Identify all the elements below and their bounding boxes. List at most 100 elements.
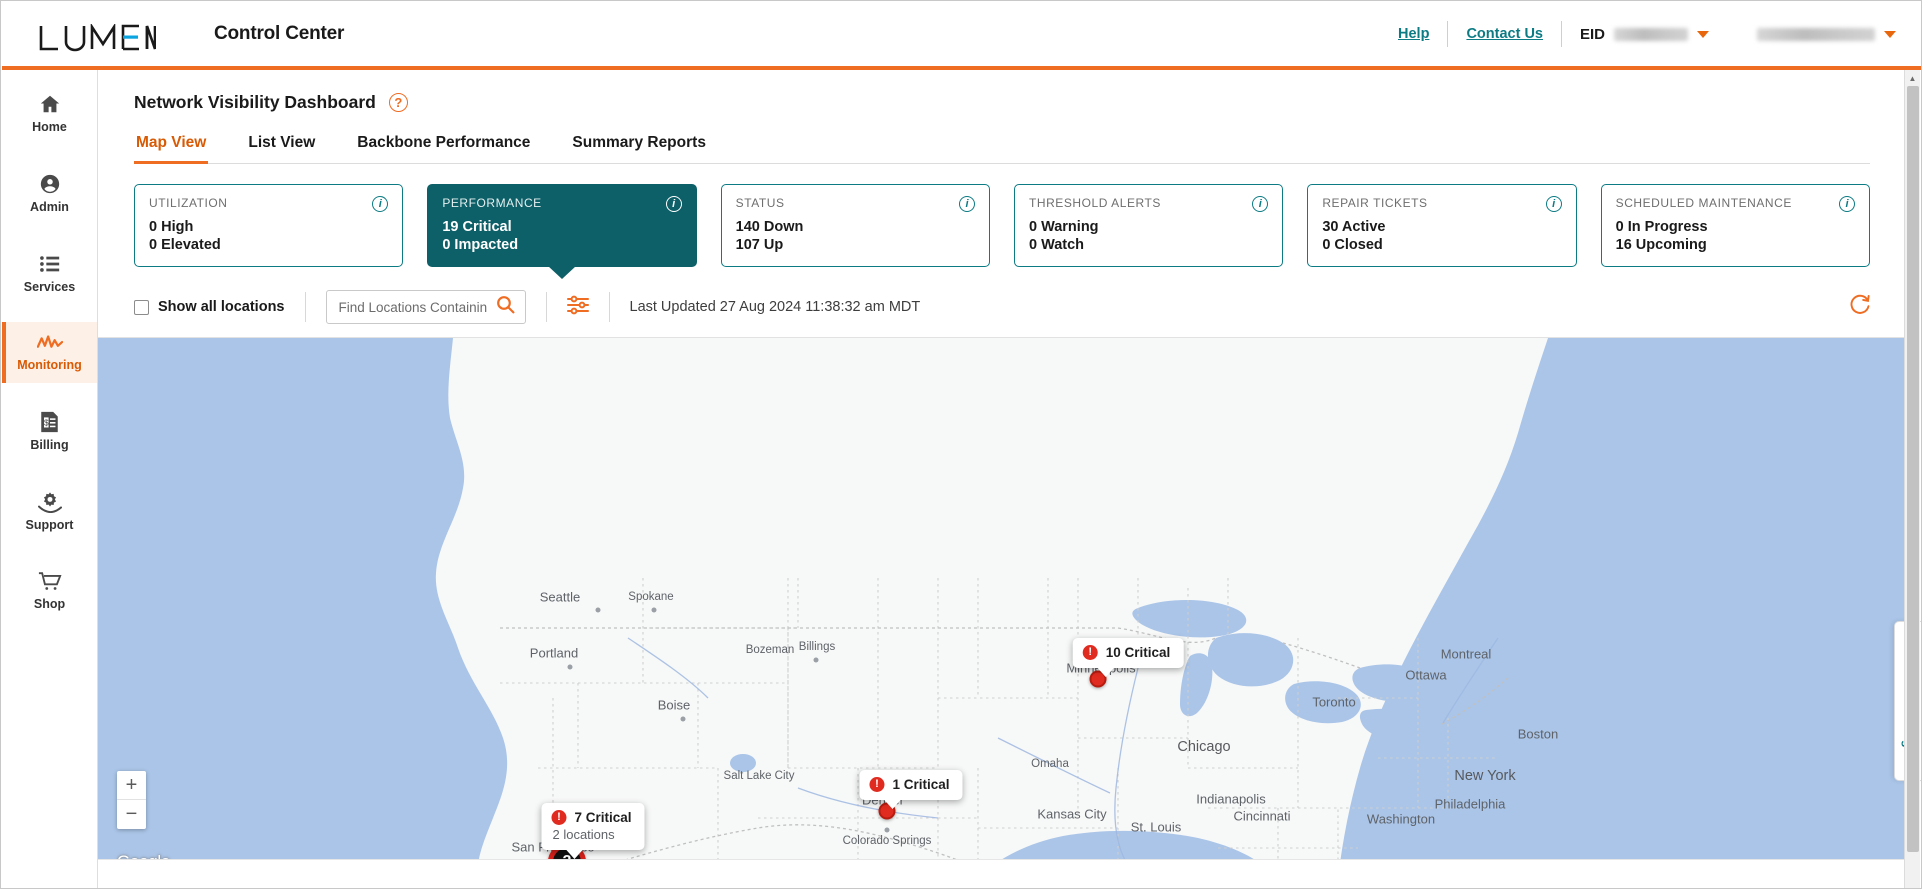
kpi-value-repair-2: 0 Closed — [1322, 237, 1383, 253]
filter-settings-icon[interactable] — [566, 295, 589, 320]
map-tooltip-denver[interactable]: ! 1 Critical — [859, 770, 963, 809]
kpi-title-performance: PERFORMANCE — [442, 196, 542, 210]
tab-list-view[interactable]: List View — [246, 134, 317, 164]
alert-exclamation-icon: ! — [1082, 645, 1098, 660]
chevron-down-icon[interactable] — [1697, 30, 1709, 38]
map-city-dot — [595, 607, 601, 613]
lumen-logo[interactable] — [38, 14, 156, 54]
map-city-dot — [567, 664, 573, 670]
invoice-icon: $ — [39, 411, 60, 433]
map-city-dot — [680, 716, 686, 722]
list-icon — [39, 253, 61, 275]
kpi-value-utilization-1: 0 High — [149, 219, 194, 235]
kpi-card-repair-tickets[interactable]: REPAIR TICKETS i 30 Active 0 Closed — [1307, 184, 1577, 267]
kpi-value-repair-1: 30 Active — [1322, 219, 1386, 235]
kpi-title-scheduled-maintenance: SCHEDULED MAINTENANCE — [1615, 196, 1792, 210]
map-basemap — [98, 338, 1906, 877]
sidebar-item-monitoring[interactable]: Monitoring — [2, 322, 97, 383]
kpi-title-repair-tickets: REPAIR TICKETS — [1322, 196, 1428, 210]
sidebar-label-admin: Admin — [30, 200, 69, 214]
show-all-locations-checkbox[interactable] — [134, 299, 149, 315]
kpi-card-performance[interactable]: PERFORMANCE i 19 Critical 0 Impacted — [427, 184, 697, 267]
activity-pulse-icon — [36, 333, 63, 353]
info-icon-performance[interactable]: i — [665, 196, 682, 212]
kpi-value-performance-2: 0 Impacted — [442, 237, 519, 253]
account-selector[interactable] — [1739, 27, 1896, 41]
zoom-out-button[interactable]: − — [117, 800, 146, 829]
map-zoom-controls: + − — [117, 771, 146, 829]
filter-divider-1 — [304, 292, 306, 322]
search-icon[interactable] — [496, 295, 515, 319]
eid-value-redacted — [1614, 27, 1688, 41]
map-filter-bar: Show all locations Find Locations Contai… — [134, 290, 1870, 337]
info-icon-repair-tickets[interactable]: i — [1545, 196, 1562, 212]
sidebar-label-billing: Billing — [30, 438, 69, 452]
kpi-card-row: UTILIZATION i 0 High 0 Elevated PERFORMA… — [98, 164, 1906, 267]
app-window: Control Center Help Contact Us EID Home … — [0, 0, 1922, 889]
page-title-row: Network Visibility Dashboard ? — [134, 92, 1906, 113]
map-city-dot — [884, 827, 890, 833]
map-city-dot — [813, 657, 819, 663]
header-right-group: Help Contact Us EID — [1380, 21, 1896, 47]
search-input[interactable] — [338, 299, 496, 315]
page-bottom-strip — [98, 859, 1906, 887]
kpi-value-threshold-1: 0 Warning — [1028, 219, 1099, 235]
info-icon-scheduled-maintenance[interactable]: i — [1838, 196, 1855, 212]
scroll-up-arrow-icon[interactable]: ▲ — [1905, 70, 1920, 86]
user-circle-icon — [39, 173, 61, 195]
sidebar-item-support[interactable]: Support — [2, 480, 97, 543]
kpi-value-maintenance-1: 0 In Progress — [1615, 219, 1708, 235]
home-icon — [39, 93, 61, 115]
last-updated-text: Last Updated 27 Aug 2024 11:38:32 am MDT — [629, 299, 921, 315]
chevron-down-icon-2[interactable] — [1884, 30, 1896, 38]
map-container[interactable]: Seattle Spokane Portland Bozeman Billing… — [98, 337, 1906, 877]
sidebar-item-services[interactable]: Services — [2, 242, 97, 305]
zoom-in-button[interactable]: + — [117, 771, 146, 800]
view-tabs: Map View List View Backbone Performance … — [134, 134, 1870, 164]
tab-backbone-performance[interactable]: Backbone Performance — [355, 134, 532, 164]
kpi-value-maintenance-2: 16 Upcoming — [1615, 237, 1707, 253]
sidebar-item-shop[interactable]: Shop — [2, 560, 97, 622]
sidebar-label-monitoring: Monitoring — [17, 358, 82, 372]
map-tooltip-minneapolis[interactable]: ! 10 Critical — [1072, 638, 1184, 677]
sidebar-label-shop: Shop — [33, 597, 66, 611]
tooltip-critical-count: 7 Critical — [574, 810, 632, 825]
left-sidebar: Home Admin Services Monitoring $ Billing… — [2, 70, 98, 888]
sidebar-label-home: Home — [32, 120, 67, 134]
shopping-cart-icon — [38, 571, 62, 592]
support-hand-gear-icon — [37, 491, 62, 513]
tab-summary-reports[interactable]: Summary Reports — [570, 134, 708, 164]
svg-text:$: $ — [44, 419, 49, 428]
tab-map-view[interactable]: Map View — [134, 134, 209, 164]
kpi-value-performance-1: 19 Critical — [442, 219, 512, 235]
sidebar-item-home[interactable]: Home — [2, 82, 97, 145]
help-question-icon[interactable]: ? — [388, 93, 408, 112]
kpi-value-status-2: 107 Up — [735, 237, 784, 253]
refresh-icon[interactable] — [1849, 294, 1870, 320]
alert-exclamation-icon: ! — [869, 777, 885, 792]
show-all-locations-label: Show all locations — [158, 299, 285, 315]
kpi-card-scheduled-maintenance[interactable]: SCHEDULED MAINTENANCE i 0 In Progress 16… — [1600, 184, 1870, 267]
kpi-card-status[interactable]: STATUS i 140 Down 107 Up — [720, 184, 990, 267]
info-icon-utilization[interactable]: i — [372, 196, 389, 212]
page-scrollbar[interactable]: ▲ — [1904, 70, 1920, 888]
kpi-card-threshold-alerts[interactable]: THRESHOLD ALERTS i 0 Warning 0 Watch — [1013, 184, 1284, 267]
sidebar-item-billing[interactable]: $ Billing — [2, 400, 97, 463]
find-locations-search[interactable] — [325, 290, 526, 324]
help-link[interactable]: Help — [1380, 26, 1447, 42]
info-icon-threshold-alerts[interactable]: i — [1252, 196, 1269, 212]
contact-us-link[interactable]: Contact Us — [1448, 26, 1561, 42]
show-all-locations-toggle[interactable]: Show all locations — [134, 299, 285, 315]
google-map[interactable]: Seattle Spokane Portland Bozeman Billing… — [98, 338, 1906, 877]
sidebar-item-admin[interactable]: Admin — [2, 162, 97, 225]
info-icon-status[interactable]: i — [958, 196, 975, 212]
kpi-value-utilization-2: 0 Elevated — [149, 237, 221, 253]
kpi-card-utilization[interactable]: UTILIZATION i 0 High 0 Elevated — [134, 184, 404, 267]
scrollbar-thumb[interactable] — [1907, 86, 1919, 852]
account-value-redacted — [1757, 27, 1875, 41]
page-header: Network Visibility Dashboard ? Map View … — [98, 70, 1906, 164]
main-content: Network Visibility Dashboard ? Map View … — [98, 70, 1906, 888]
eid-label: EID — [1579, 25, 1605, 43]
map-tooltip-san-francisco[interactable]: ! 7 Critical 2 locations — [541, 803, 645, 859]
eid-selector[interactable]: EID — [1562, 26, 1709, 43]
